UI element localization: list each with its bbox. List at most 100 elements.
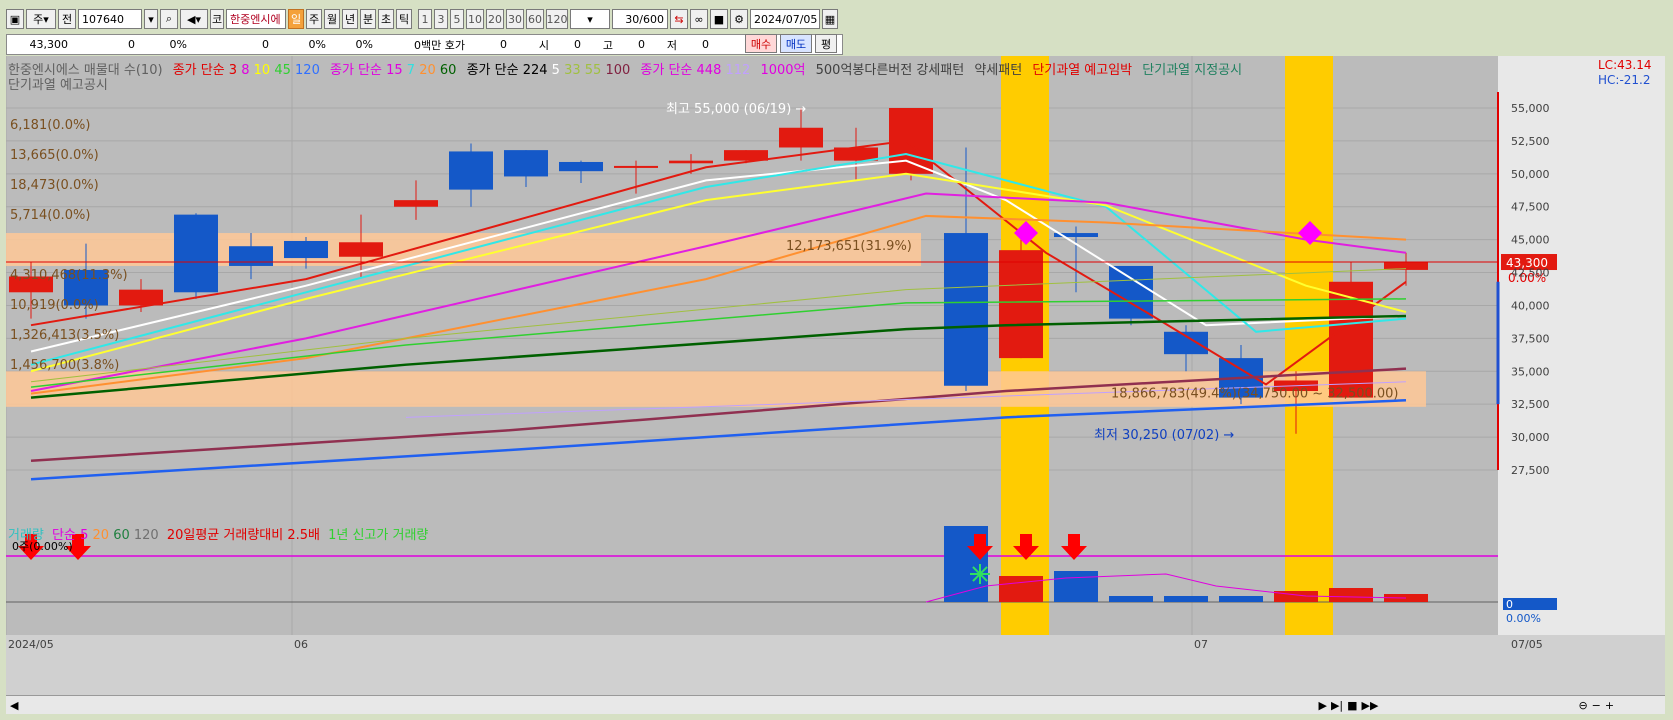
low-label: 저: [666, 38, 677, 52]
chart-area[interactable]: 43,300 0.00% 27,500 30,000 32,500 35,000 37,50…: [5, 56, 1665, 714]
chevron-down-icon[interactable]: ▾: [144, 9, 158, 29]
period-day-tab[interactable]: 일: [288, 9, 304, 29]
legend-ma2-v: 20: [419, 63, 436, 78]
minute-option[interactable]: 10: [466, 9, 484, 29]
candle-body: [614, 165, 658, 168]
price-change-pct: 0%: [169, 38, 187, 51]
y-tick-label: 55,000: [1511, 102, 1550, 115]
y-tick-label: 35,000: [1511, 365, 1550, 378]
price-legend-line2: 단기과열 예고공시: [8, 74, 108, 93]
y-tick-label: 50,000: [1511, 168, 1550, 181]
volume-bar: [999, 576, 1043, 602]
minute-option[interactable]: 120: [546, 9, 568, 29]
turnover-pct: 0%: [355, 38, 373, 51]
mode-select[interactable]: 주 ▾: [26, 9, 56, 29]
period-tick-tab[interactable]: 틱: [396, 9, 412, 29]
open-value: 0: [574, 38, 581, 51]
speaker-icon[interactable]: ◀▾: [180, 9, 208, 29]
calendar-icon[interactable]: ▦: [822, 9, 838, 29]
sell-button[interactable]: 매도: [780, 34, 812, 53]
next-icon[interactable]: ▶|: [1331, 699, 1343, 712]
candle-body: [1109, 265, 1153, 319]
minute-option[interactable]: 20: [486, 9, 504, 29]
zoom-out-icon[interactable]: ⊖: [1578, 699, 1587, 712]
high-value: 0: [638, 38, 645, 51]
bottom-scrollbar[interactable]: ◀ ▶ ▶| ■ ▶▶ ⊖ − +: [6, 695, 1665, 714]
zoom-icon[interactable]: ⇆: [670, 9, 688, 29]
legend-ma1-v: 10: [253, 63, 271, 78]
period-year-tab[interactable]: 년: [342, 9, 358, 29]
profile-label: 4,310,468(11.3%): [10, 268, 128, 283]
legend-ma3-v: 5: [551, 63, 560, 78]
x-tick-label: 06: [294, 638, 308, 651]
search-icon[interactable]: ⌕: [160, 9, 178, 29]
custom-period-select[interactable]: ▾: [570, 9, 610, 29]
legend-ma4-v: 112: [725, 63, 751, 78]
minute-option[interactable]: 5: [450, 9, 464, 29]
minute-option[interactable]: 60: [526, 9, 544, 29]
amount-label: 0백만 호가: [414, 38, 465, 52]
code-input[interactable]: 107640: [78, 9, 142, 29]
volume-ratio: 20일평균 거래량대비 2.5배: [166, 528, 320, 543]
y-tick-label: 27,500: [1511, 464, 1550, 477]
volume-bar: [1219, 596, 1263, 602]
volume-bar: [1329, 588, 1373, 602]
mode2-button[interactable]: 전: [58, 9, 76, 29]
legend-warn3: 단기과열 예고공시: [8, 78, 108, 93]
minute-option[interactable]: 1: [418, 9, 432, 29]
candle-body: [889, 108, 933, 174]
period-minute-tab[interactable]: 분: [360, 9, 376, 29]
fast-forward-icon[interactable]: ▶▶: [1362, 699, 1379, 712]
hoga-value: 0: [500, 38, 507, 51]
stop-icon[interactable]: ■: [1347, 699, 1357, 712]
y-tick-label: 40,000: [1511, 299, 1550, 312]
gear-icon[interactable]: ⚙: [730, 9, 748, 29]
volume-pane: [6, 490, 1498, 635]
play-icon[interactable]: ▶: [1318, 699, 1326, 712]
avg-button[interactable]: 평: [815, 34, 837, 53]
volume-ma20: 20: [92, 528, 110, 543]
candle-body: [284, 240, 328, 259]
candle-body: [394, 200, 438, 207]
minute-option[interactable]: 30: [506, 9, 524, 29]
volume-tag-pct: 0.00%: [1506, 612, 1541, 625]
date-input[interactable]: 2024/07/05: [750, 9, 820, 29]
legend-warn1: 단기과열: [1032, 63, 1081, 78]
buy-button[interactable]: 매수: [745, 34, 777, 53]
minute-option[interactable]: 3: [434, 9, 448, 29]
save-icon[interactable]: ■: [710, 9, 728, 29]
minus-icon[interactable]: −: [1592, 699, 1601, 712]
period-second-tab[interactable]: 초: [378, 9, 394, 29]
period-month-tab[interactable]: 월: [324, 9, 340, 29]
x-tick-label: 07: [1194, 638, 1208, 651]
volume-value: 0: [262, 38, 269, 51]
volume-bar: [1054, 571, 1098, 602]
y-tick-label: 32,500: [1511, 398, 1550, 411]
toolbar: ▣ 주 ▾ 전 107640 ▾ ⌕ ◀▾ 코 한중엔시에 일 주 월 년 분 초…: [6, 8, 1666, 30]
legend-weak: 약세패턴: [974, 63, 1023, 78]
date-axis: [6, 635, 1665, 695]
candlestick-chart[interactable]: 43,3000.00%27,50030,00032,50035,00037,50…: [5, 56, 1665, 714]
code-button[interactable]: 코: [210, 9, 224, 29]
plus-icon[interactable]: +: [1605, 699, 1614, 712]
legend-ma2-v: 60: [439, 63, 457, 78]
y-tick-label: 42,500: [1511, 267, 1550, 280]
y-tick-label: 45,000: [1511, 234, 1550, 247]
volume-ma60: 60: [113, 528, 130, 543]
count-input[interactable]: 30/600: [612, 9, 668, 29]
candle-body: [559, 161, 603, 172]
y-tick-label: 52,500: [1511, 135, 1550, 148]
quote-bar: 43,300 0 0% 0 0% 0% 0백만 호가 0 시 0 고 0 저 0: [6, 34, 843, 55]
volume-tag-value: 0: [1506, 598, 1513, 611]
legend-ma2-v: 7: [406, 63, 416, 78]
scroll-left-icon[interactable]: ◀: [10, 699, 18, 712]
period-week-tab[interactable]: 주: [306, 9, 322, 29]
candle-body: [174, 214, 218, 293]
stock-name-field[interactable]: 한중엔시에: [226, 9, 286, 29]
legend-amount: 1000억: [760, 63, 806, 78]
menu-icon[interactable]: ▣: [6, 9, 24, 29]
x-tick-label: 07/05: [1511, 638, 1543, 651]
current-price: 43,300: [29, 38, 69, 51]
legend-ma1-v: 8: [241, 63, 250, 78]
link-icon[interactable]: ∞: [690, 9, 708, 29]
